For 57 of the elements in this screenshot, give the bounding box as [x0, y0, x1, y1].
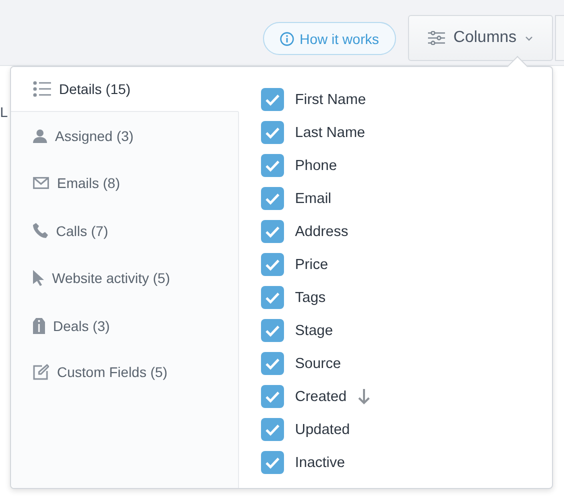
checkbox[interactable]	[261, 187, 284, 210]
checkmark-icon	[265, 126, 280, 138]
pointer-icon	[33, 270, 44, 286]
list-icon	[33, 81, 51, 97]
column-label: Tags	[295, 290, 326, 306]
category-tab[interactable]: Deals (3)	[11, 302, 239, 350]
checkmark-icon	[265, 192, 280, 204]
info-icon	[280, 32, 294, 46]
checkmark-icon	[265, 258, 280, 270]
checkmark-icon	[265, 160, 280, 172]
checkmark-icon	[265, 292, 280, 304]
category-tab[interactable]: Assigned (3)	[11, 112, 239, 160]
checkbox[interactable]	[261, 286, 284, 309]
category-tab[interactable]: Custom Fields (5)	[11, 350, 239, 488]
column-label: Created	[295, 388, 347, 404]
category-tab[interactable]: Details (15)	[11, 67, 239, 112]
sliders-icon	[428, 31, 446, 45]
column-label: Email	[295, 190, 332, 206]
checkmark-icon	[265, 324, 280, 336]
column-label: Address	[295, 224, 348, 240]
column-label: Stage	[295, 322, 333, 338]
sort-descending-icon[interactable]	[358, 388, 370, 404]
mail-icon	[33, 177, 49, 190]
column-label: Phone	[295, 158, 337, 174]
edit-icon	[33, 364, 49, 380]
person-icon	[33, 128, 47, 143]
checkbox[interactable]	[261, 220, 284, 243]
checkmark-icon	[265, 390, 280, 402]
category-tab[interactable]: Website activity (5)	[11, 254, 239, 302]
price-tag-icon	[33, 318, 45, 334]
column-label: Last Name	[295, 124, 366, 140]
category-tab[interactable]: Emails (8)	[11, 160, 239, 207]
column-header: L	[0, 104, 8, 120]
checkbox[interactable]	[261, 418, 284, 441]
checkbox[interactable]	[261, 88, 284, 111]
checkbox[interactable]	[261, 319, 284, 342]
phone-icon	[33, 223, 48, 238]
checkbox[interactable]	[261, 385, 284, 408]
checkbox[interactable]	[261, 154, 284, 177]
checkbox[interactable]	[261, 451, 284, 474]
checkmark-icon	[265, 358, 280, 370]
column-label: Inactive	[295, 454, 345, 470]
checkmark-icon	[265, 424, 280, 436]
column-label: Updated	[295, 422, 350, 438]
column-label: First Name	[295, 92, 366, 108]
column-label: Source	[295, 356, 341, 372]
checkmark-icon	[265, 94, 280, 106]
toolbar-button[interactable]	[555, 15, 564, 61]
category-tab[interactable]: Calls (7)	[11, 207, 239, 254]
checkbox[interactable]	[261, 121, 284, 144]
checkmark-icon	[265, 456, 280, 468]
columns-button[interactable]: Columns	[408, 15, 553, 61]
checkbox[interactable]	[261, 253, 284, 276]
chevron-down-icon	[524, 36, 533, 40]
checkbox[interactable]	[261, 352, 284, 375]
checkmark-icon	[265, 226, 280, 238]
column-label: Price	[295, 256, 328, 272]
